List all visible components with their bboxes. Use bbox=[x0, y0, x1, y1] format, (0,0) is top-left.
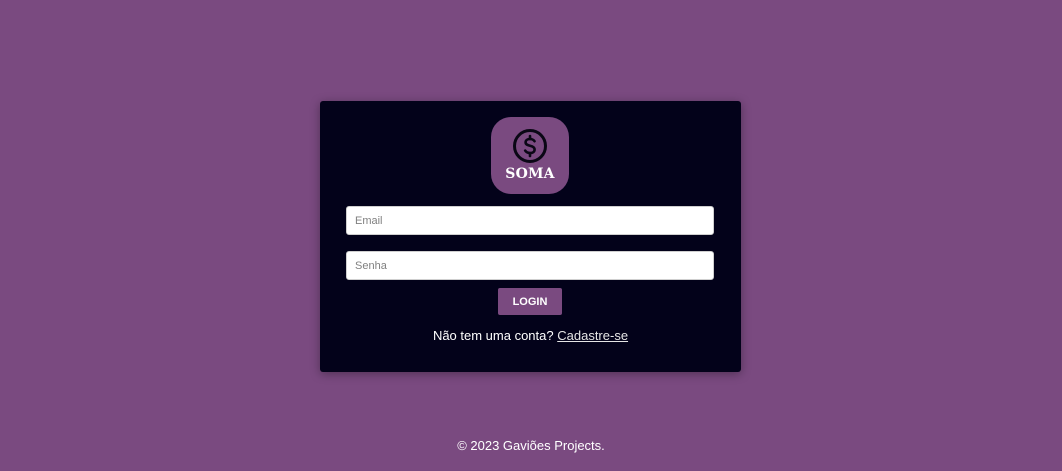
login-card: SOMA LOGIN Não tem uma conta? Cadastre-s… bbox=[320, 101, 741, 372]
signup-link[interactable]: Cadastre-se bbox=[557, 328, 628, 343]
logo-text: SOMA bbox=[505, 166, 555, 182]
soma-logo: SOMA bbox=[491, 117, 569, 194]
footer-copyright: © 2023 Gaviões Projects. bbox=[457, 438, 605, 453]
password-field[interactable] bbox=[346, 251, 714, 280]
login-button[interactable]: LOGIN bbox=[498, 288, 562, 315]
dollar-circle-icon bbox=[513, 129, 547, 163]
email-field[interactable] bbox=[346, 206, 714, 235]
signup-prompt: Não tem uma conta? Cadastre-se bbox=[320, 328, 741, 343]
signup-prompt-text: Não tem uma conta? bbox=[432, 328, 558, 343]
